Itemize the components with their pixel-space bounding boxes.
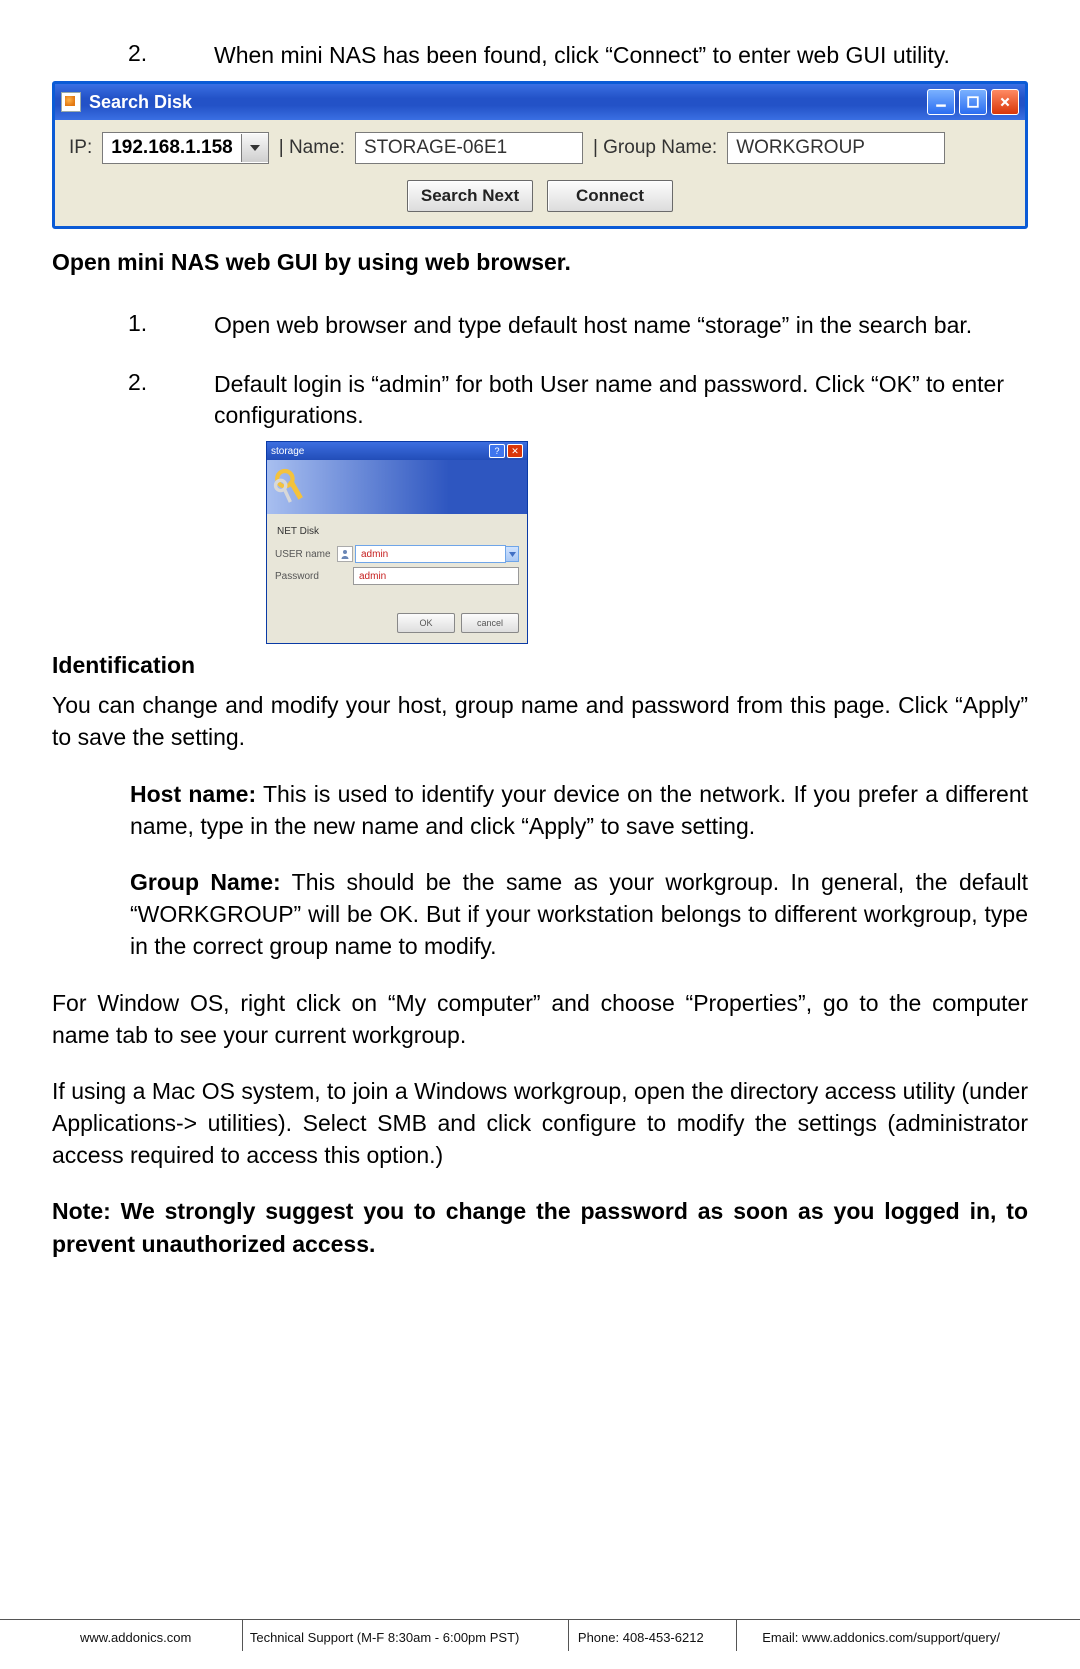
name-field[interactable]: STORAGE-06E1: [355, 132, 583, 164]
mac-para: If using a Mac OS system, to join a Wind…: [52, 1075, 1028, 1172]
footer-phone: Phone: 408-453-6212: [578, 1630, 704, 1645]
cancel-button[interactable]: cancel: [461, 613, 519, 633]
ip-dropdown[interactable]: 192.168.1.158: [102, 132, 269, 164]
login-dialog: storage ? ✕ NET Disk USER name admin Pas…: [266, 441, 528, 644]
maximize-button[interactable]: [959, 89, 987, 115]
groupname-para: Group Name: This should be the same as y…: [130, 866, 1028, 963]
group-label: | Group Name:: [593, 137, 717, 159]
minimize-button[interactable]: [927, 89, 955, 115]
heading-open-gui: Open mini NAS web GUI by using web brows…: [52, 249, 1028, 276]
password-input[interactable]: admin: [353, 567, 519, 585]
heading-identification: Identification: [52, 652, 1028, 679]
help-button[interactable]: ?: [489, 444, 505, 458]
note-para: Note: We strongly suggest you to change …: [52, 1195, 1028, 1259]
open-step-1: 1. Open web browser and type default hos…: [128, 310, 1028, 341]
hostname-text: This is used to identify your device on …: [130, 781, 1028, 839]
close-button[interactable]: ✕: [507, 444, 523, 458]
password-label: Password: [275, 571, 337, 582]
step-text: Default login is “admin” for both User n…: [214, 369, 1028, 431]
groupname-label: Group Name:: [130, 869, 281, 895]
step-text: When mini NAS has been found, click “Con…: [214, 40, 950, 71]
connect-button[interactable]: Connect: [547, 180, 673, 212]
username-dropdown-icon[interactable]: [506, 546, 519, 562]
hostname-para: Host name: This is used to identify your…: [130, 778, 1028, 842]
footer-email: Email: www.addonics.com/support/query/: [762, 1630, 1000, 1645]
ip-value: 192.168.1.158: [103, 137, 241, 159]
ok-button[interactable]: OK: [397, 613, 455, 633]
instruction-step-2: 2. When mini NAS has been found, click “…: [128, 40, 1028, 71]
java-icon: [61, 92, 81, 112]
login-titlebar: storage ? ✕: [267, 442, 527, 460]
user-icon: [337, 546, 353, 562]
login-banner: [267, 460, 527, 514]
titlebar: Search Disk: [55, 84, 1025, 120]
page-footer: www.addonics.com Technical Support (M-F …: [0, 1619, 1080, 1645]
hostname-label: Host name:: [130, 781, 256, 807]
windows-para: For Window OS, right click on “My comput…: [52, 987, 1028, 1051]
close-button[interactable]: [991, 89, 1019, 115]
step-text: Open web browser and type default host n…: [214, 310, 972, 341]
search-disk-window: Search Disk IP: 192.168.1.158 | Name: ST…: [52, 81, 1028, 229]
open-step-2: 2. Default login is “admin” for both Use…: [128, 369, 1028, 431]
step-number: 2.: [128, 369, 214, 396]
ip-label: IP:: [69, 137, 92, 159]
dropdown-icon[interactable]: [241, 134, 268, 162]
name-label: | Name:: [279, 137, 345, 159]
site-label: NET Disk: [277, 526, 519, 537]
username-label: USER name: [275, 549, 337, 560]
step-number: 2.: [128, 40, 214, 67]
footer-url: www.addonics.com: [80, 1630, 191, 1645]
footer-support: Technical Support (M-F 8:30am - 6:00pm P…: [250, 1630, 520, 1645]
search-next-button[interactable]: Search Next: [407, 180, 533, 212]
identification-text: You can change and modify your host, gro…: [52, 689, 1028, 753]
login-title-text: storage: [271, 446, 304, 457]
group-field[interactable]: WORKGROUP: [727, 132, 945, 164]
username-input[interactable]: admin: [355, 545, 506, 563]
window-title: Search Disk: [89, 92, 192, 113]
keys-icon: [273, 466, 307, 510]
step-number: 1.: [128, 310, 214, 337]
